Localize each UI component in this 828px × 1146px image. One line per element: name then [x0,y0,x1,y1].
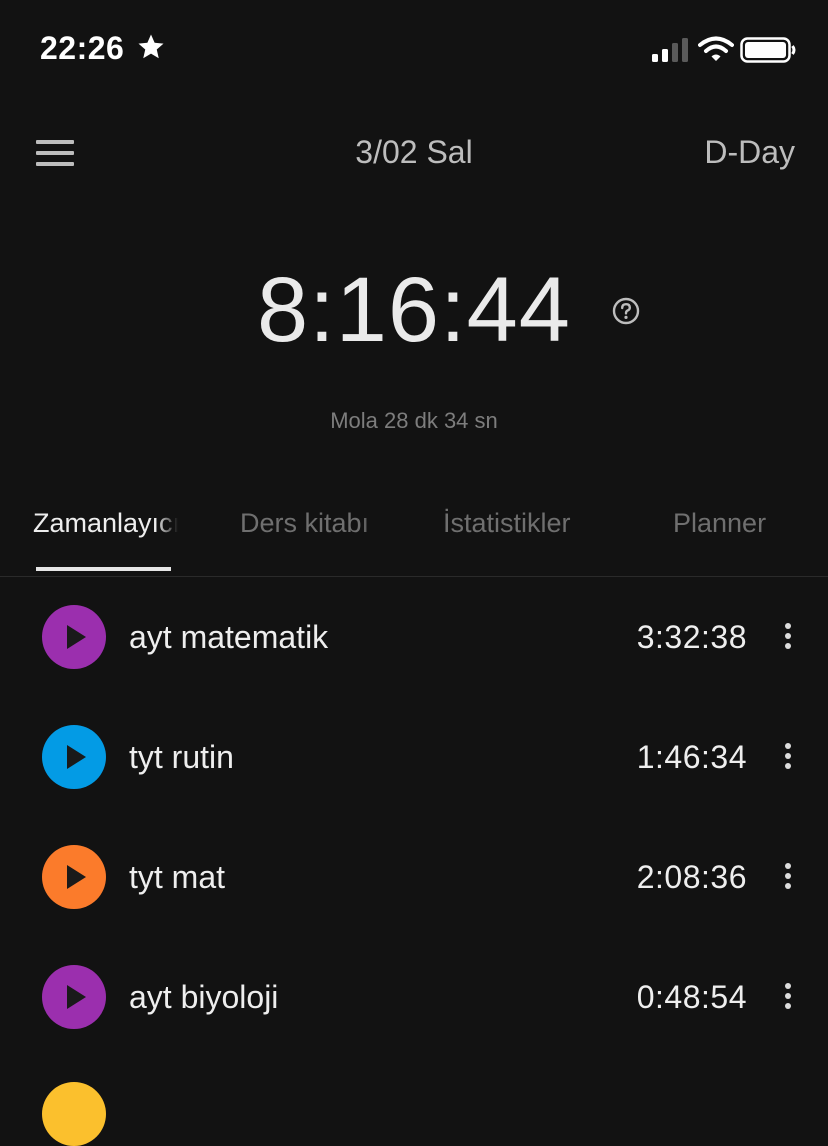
play-icon [67,625,86,649]
dday-button[interactable]: D-Day [704,134,795,171]
subject-duration: 0:48:54 [636,979,747,1015]
subject-name: ayt biyoloji [129,979,279,1015]
break-duration-text: Mola 28 dk 34 sn [330,408,498,433]
subject-duration: 1:46:34 [636,739,747,775]
tab-bar: Zamanlayıcı Ders kitabı İstatistikler Pl… [0,490,828,577]
more-options-icon[interactable] [780,743,796,773]
tab-planner[interactable]: Planner [673,508,766,539]
more-options-icon[interactable] [780,983,796,1013]
subject-name: tyt rutin [129,739,234,775]
play-icon [67,865,86,889]
tab-istatistikler[interactable]: İstatistikler [443,508,571,539]
status-time: 22:26 [40,30,125,66]
wifi-icon [698,36,734,61]
subject-row[interactable]: ayt biyoloji 0:48:54 [0,937,828,1057]
status-bar: 22:26 [0,0,828,100]
subject-row[interactable]: tyt mat 2:08:36 [0,817,828,937]
total-timer: 8:16:44 [257,259,571,361]
subject-row[interactable]: tyt rutin 1:46:34 [0,697,828,817]
cellular-signal-icon [652,38,688,62]
subject-name: tyt mat [129,859,226,895]
play-button[interactable] [42,605,106,669]
subject-name: ayt matematik [129,619,329,655]
question-circle-icon[interactable] [611,296,641,326]
more-options-icon[interactable] [780,863,796,893]
list-item-partial-play-button[interactable] [42,1082,106,1146]
tab-ders-kitabi[interactable]: Ders kitabı [240,508,384,539]
play-icon [67,745,86,769]
active-tab-indicator [36,567,171,571]
more-options-icon[interactable] [780,623,796,653]
tab-zamanlayici[interactable]: Zamanlayıcı [33,508,178,539]
play-button[interactable] [42,845,106,909]
play-button[interactable] [42,965,106,1029]
play-icon [67,985,86,1009]
subject-row[interactable]: ayt matematik 3:32:38 [0,577,828,697]
subject-duration: 3:32:38 [636,619,747,655]
battery-icon [740,37,796,63]
top-app-bar: 3/02 Sal D-Day [0,120,828,190]
star-icon [138,34,164,59]
play-button[interactable] [42,725,106,789]
subject-duration: 2:08:36 [636,859,747,895]
